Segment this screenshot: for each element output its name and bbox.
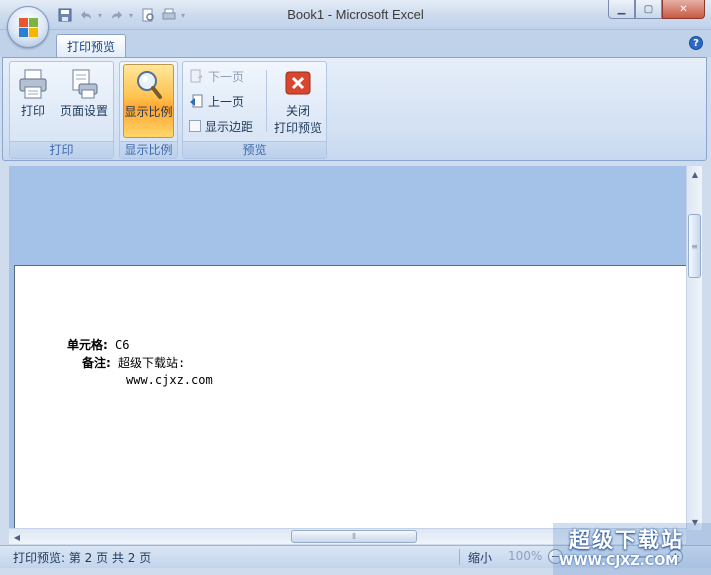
- group-print-label: 打印: [10, 141, 113, 158]
- tab-print-preview[interactable]: 打印预览: [56, 34, 127, 58]
- print-button[interactable]: 打印: [15, 64, 51, 138]
- print-button-label: 打印: [20, 104, 45, 118]
- close-icon: ✕: [679, 3, 688, 15]
- next-page-button[interactable]: 下一页: [189, 65, 244, 87]
- status-page-info: 打印预览: 第 2 页 共 2 页: [13, 551, 152, 565]
- zoom-button-label: 显示比例: [124, 105, 173, 119]
- zoom-button[interactable]: 显示比例: [123, 64, 174, 138]
- ribbon: 打印 页面设置 打印 显示比例 显示比例 下一页 上一页 显示边距 关闭 打印预…: [2, 57, 707, 161]
- next-page-icon: [190, 69, 202, 82]
- office-button[interactable]: [7, 6, 49, 48]
- office-logo-icon: [19, 18, 39, 38]
- vertical-scrollbar[interactable]: ▲ ≡ ▼: [686, 166, 702, 530]
- page-setup-button-label: 页面设置: [59, 104, 108, 118]
- close-preview-label-line1: 关闭: [285, 104, 310, 118]
- group-separator: [266, 70, 267, 132]
- window-title: Book1 - Microsoft Excel: [287, 7, 424, 22]
- group-preview: 下一页 上一页 显示边距 关闭 打印预览 预览: [182, 61, 327, 159]
- page-setup-button[interactable]: 页面设置: [57, 64, 111, 138]
- ribbon-tab-row: 打印预览 ?: [0, 30, 711, 58]
- show-margins-checkbox[interactable]: 显示边距: [189, 115, 253, 137]
- status-separator: [459, 549, 460, 565]
- note-text: 备注: 超级下载站:: [82, 354, 185, 371]
- cell-value: C6: [115, 338, 130, 352]
- previous-page-icon: [190, 94, 203, 107]
- note-line1: 超级下载站:: [118, 356, 186, 370]
- next-page-label: 下一页: [208, 69, 245, 84]
- close-x-icon: [282, 68, 314, 100]
- cell-label: 单元格:: [67, 338, 108, 352]
- maximize-icon: ▢: [643, 3, 654, 15]
- scroll-left-icon[interactable]: ◀: [9, 529, 25, 545]
- previous-page-button[interactable]: 上一页: [189, 90, 244, 112]
- vertical-scroll-thumb[interactable]: ≡: [688, 214, 701, 278]
- group-zoom-label: 显示比例: [120, 141, 177, 158]
- zoom-out-label[interactable]: 缩小: [468, 549, 492, 566]
- page-setup-icon: [68, 68, 100, 100]
- horizontal-scroll-thumb[interactable]: ⦀: [291, 530, 417, 543]
- watermark-url: WWW.CJXZ.COM: [559, 554, 679, 569]
- preview-page: 单元格: C6 备注: 超级下载站: www.cjxz.com: [14, 265, 686, 530]
- zoom-level[interactable]: 100%: [508, 549, 542, 563]
- group-preview-label: 预览: [183, 141, 326, 158]
- previous-page-label: 上一页: [208, 94, 245, 109]
- close-print-preview-button[interactable]: 关闭 打印预览: [271, 64, 325, 138]
- window-controls: ▁ ▢ ✕: [608, 0, 705, 19]
- close-preview-label-line2: 打印预览: [273, 121, 322, 135]
- group-print: 打印 页面设置 打印: [9, 61, 114, 159]
- minimize-button[interactable]: ▁: [608, 0, 635, 19]
- note-label: 备注:: [82, 356, 111, 370]
- group-zoom: 显示比例 显示比例: [119, 61, 178, 159]
- close-window-button[interactable]: ✕: [662, 0, 705, 19]
- show-margins-label: 显示边距: [205, 119, 254, 134]
- note-url: www.cjxz.com: [126, 373, 213, 387]
- cell-reference: 单元格: C6: [67, 336, 130, 353]
- watermark: 超级下载站 WWW.CJXZ.COM: [553, 523, 711, 575]
- show-margins-checkbox-box[interactable]: [189, 120, 201, 132]
- print-preview-area: 单元格: C6 备注: 超级下载站: www.cjxz.com: [9, 166, 686, 530]
- help-icon[interactable]: ?: [689, 36, 703, 50]
- printer-icon: [17, 68, 49, 100]
- title-bar: ▾ ▾ ▾ Book1 - Microsoft Excel ▁ ▢ ✕: [0, 0, 711, 30]
- minimize-icon: ▁: [617, 3, 626, 15]
- magnifier-icon: [133, 69, 165, 101]
- scroll-up-icon[interactable]: ▲: [687, 166, 703, 182]
- watermark-title: 超级下载站: [569, 528, 684, 552]
- maximize-button[interactable]: ▢: [635, 0, 662, 19]
